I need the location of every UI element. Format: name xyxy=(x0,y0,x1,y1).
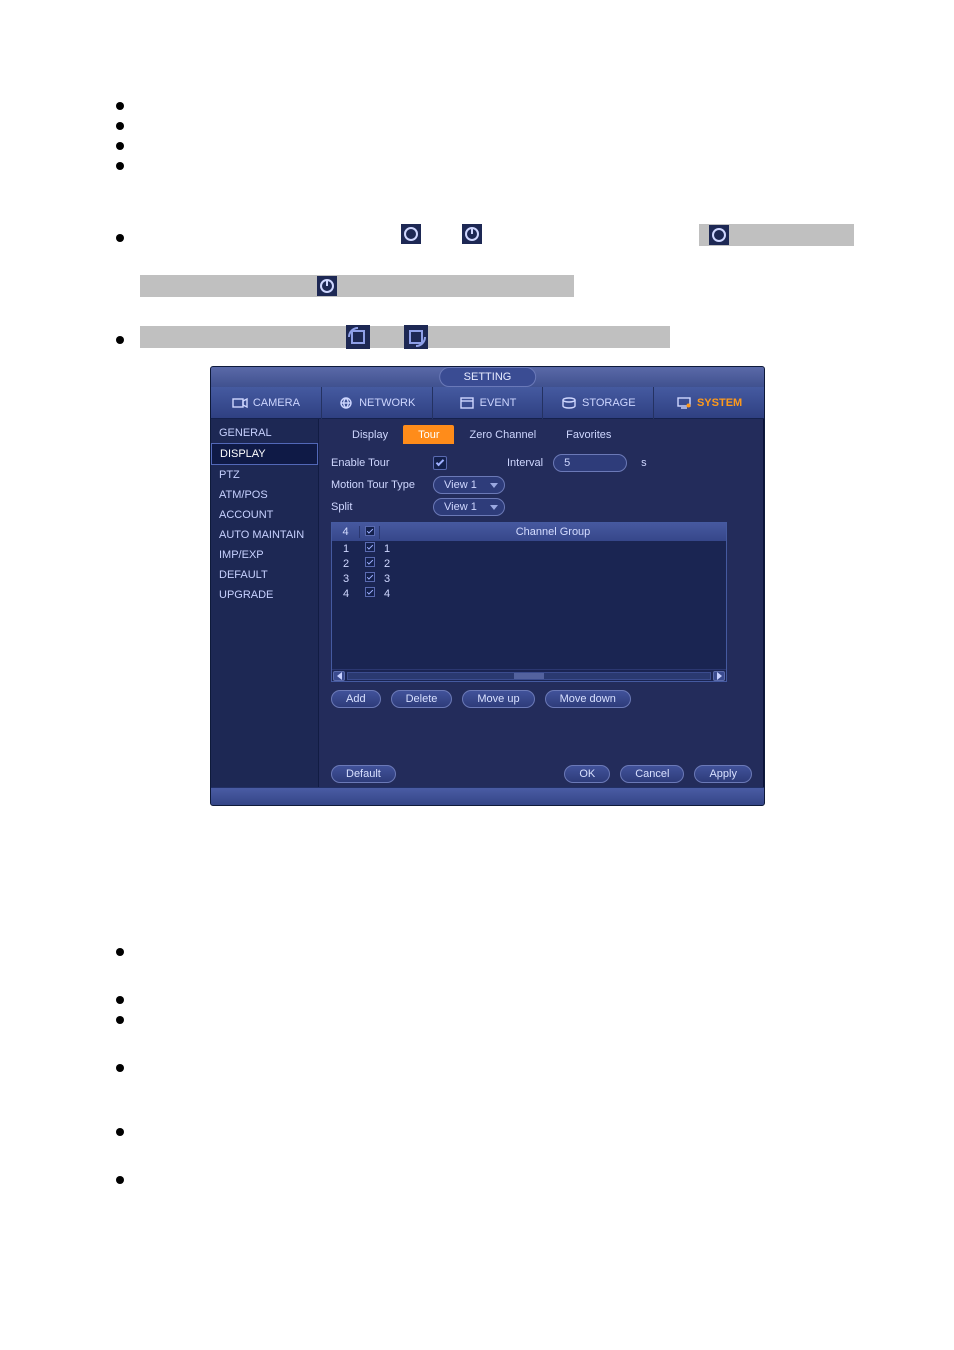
nav-label: NETWORK xyxy=(359,397,415,409)
moveup-button[interactable]: Move up xyxy=(462,690,534,708)
nav-event[interactable]: EVENT xyxy=(433,387,544,419)
nav-label: SYSTEM xyxy=(697,397,742,409)
bullet xyxy=(116,336,124,344)
tour-toggle-icon xyxy=(401,224,421,244)
sidebar-impexp[interactable]: IMP/EXP xyxy=(211,545,318,565)
bullet xyxy=(116,1064,124,1072)
subtab-favorites[interactable]: Favorites xyxy=(551,425,626,444)
row-group: 3 xyxy=(380,573,726,585)
scroll-track[interactable] xyxy=(347,672,711,680)
scroll-thumb[interactable] xyxy=(514,673,544,679)
nav-label: CAMERA xyxy=(253,397,300,409)
sidebar-display[interactable]: DISPLAY xyxy=(211,443,318,465)
camera-icon xyxy=(232,396,248,410)
sidebar-default[interactable]: DEFAULT xyxy=(211,565,318,585)
system-icon xyxy=(676,396,692,410)
table-hscrollbar[interactable] xyxy=(332,669,726,681)
delete-button[interactable]: Delete xyxy=(391,690,453,708)
sidebar-atmpos[interactable]: ATM/POS xyxy=(211,485,318,505)
bullet xyxy=(116,234,124,242)
bullet xyxy=(116,162,124,170)
bullet xyxy=(116,102,124,110)
tour-toggle-icon xyxy=(709,225,729,245)
table-header: 4 Channel Group xyxy=(332,523,726,541)
main-panel: Display Tour Zero Channel Favorites Enab… xyxy=(319,419,764,787)
bullet xyxy=(116,996,124,1004)
row-index: 2 xyxy=(332,558,360,570)
bullet xyxy=(116,1128,124,1136)
window-title: SETTING xyxy=(439,367,537,387)
sidebar-general[interactable]: GENERAL xyxy=(211,423,318,443)
tour-toggle-icon xyxy=(462,224,482,244)
interval-label: Interval xyxy=(507,457,543,469)
row-group: 4 xyxy=(380,588,726,600)
sub-tabs: Display Tour Zero Channel Favorites xyxy=(337,425,752,444)
table-row[interactable]: 1 1 xyxy=(332,541,726,556)
row-check[interactable] xyxy=(365,557,375,567)
ok-button[interactable]: OK xyxy=(564,765,610,783)
title-bar: SETTING xyxy=(211,367,764,387)
motion-tour-select[interactable]: View 1 xyxy=(433,476,505,494)
enable-tour-checkbox[interactable] xyxy=(433,456,447,470)
square-rotate-icon xyxy=(346,325,366,345)
subtab-display[interactable]: Display xyxy=(337,425,403,444)
sidebar-auto-maintain[interactable]: AUTO MAINTAIN xyxy=(211,525,318,545)
row-check[interactable] xyxy=(365,572,375,582)
header-check[interactable] xyxy=(360,526,380,539)
add-button[interactable]: Add xyxy=(331,690,381,708)
nav-label: STORAGE xyxy=(582,397,636,409)
highlight-bar xyxy=(140,275,574,297)
row-index: 1 xyxy=(332,543,360,555)
sidebar-account[interactable]: ACCOUNT xyxy=(211,505,318,525)
subtab-tour[interactable]: Tour xyxy=(403,425,454,444)
cancel-button[interactable]: Cancel xyxy=(620,765,684,783)
interval-unit: s xyxy=(641,457,647,469)
split-label: Split xyxy=(331,501,423,513)
bullet xyxy=(116,122,124,130)
bullet xyxy=(116,142,124,150)
nav-system[interactable]: SYSTEM xyxy=(654,387,764,419)
interval-input[interactable]: 5 xyxy=(553,454,627,472)
nav-label: EVENT xyxy=(480,397,517,409)
scroll-right-icon[interactable] xyxy=(713,671,725,681)
header-group: Channel Group xyxy=(380,526,726,538)
bullet xyxy=(116,948,124,956)
nav-storage[interactable]: STORAGE xyxy=(543,387,654,419)
square-rotate-icon xyxy=(404,325,424,345)
table-row[interactable]: 4 4 xyxy=(332,586,726,601)
enable-tour-label: Enable Tour xyxy=(331,457,423,469)
tour-toggle-icon xyxy=(317,276,337,296)
row-check[interactable] xyxy=(365,542,375,552)
nav-network[interactable]: NETWORK xyxy=(322,387,433,419)
table-row[interactable]: 3 3 xyxy=(332,571,726,586)
window-footer xyxy=(211,787,764,805)
bullet xyxy=(116,1016,124,1024)
row-group: 2 xyxy=(380,558,726,570)
check-all[interactable] xyxy=(365,526,375,536)
sidebar-upgrade[interactable]: UPGRADE xyxy=(211,585,318,605)
storage-icon xyxy=(561,396,577,410)
top-nav: CAMERA NETWORK EVENT STORAGE SYSTEM xyxy=(211,387,764,419)
table-row[interactable]: 2 2 xyxy=(332,556,726,571)
row-index: 4 xyxy=(332,588,360,600)
setting-window: SETTING CAMERA NETWORK EVENT STORAGE xyxy=(210,366,765,806)
sidebar: GENERAL DISPLAY PTZ ATM/POS ACCOUNT AUTO… xyxy=(211,419,319,787)
apply-button[interactable]: Apply xyxy=(694,765,752,783)
event-icon xyxy=(459,396,475,410)
sidebar-ptz[interactable]: PTZ xyxy=(211,465,318,485)
network-icon xyxy=(338,396,354,410)
header-count: 4 xyxy=(332,526,360,538)
scroll-left-icon[interactable] xyxy=(333,671,345,681)
nav-camera[interactable]: CAMERA xyxy=(211,387,322,419)
row-index: 3 xyxy=(332,573,360,585)
row-group: 1 xyxy=(380,543,726,555)
row-check[interactable] xyxy=(365,587,375,597)
channel-group-table: 4 Channel Group 1 1 2 2 3 3 xyxy=(331,522,727,682)
default-button[interactable]: Default xyxy=(331,765,396,783)
subtab-zerochannel[interactable]: Zero Channel xyxy=(454,425,551,444)
bullet xyxy=(116,1176,124,1184)
motion-tour-label: Motion Tour Type xyxy=(331,479,423,491)
movedown-button[interactable]: Move down xyxy=(545,690,631,708)
split-select[interactable]: View 1 xyxy=(433,498,505,516)
